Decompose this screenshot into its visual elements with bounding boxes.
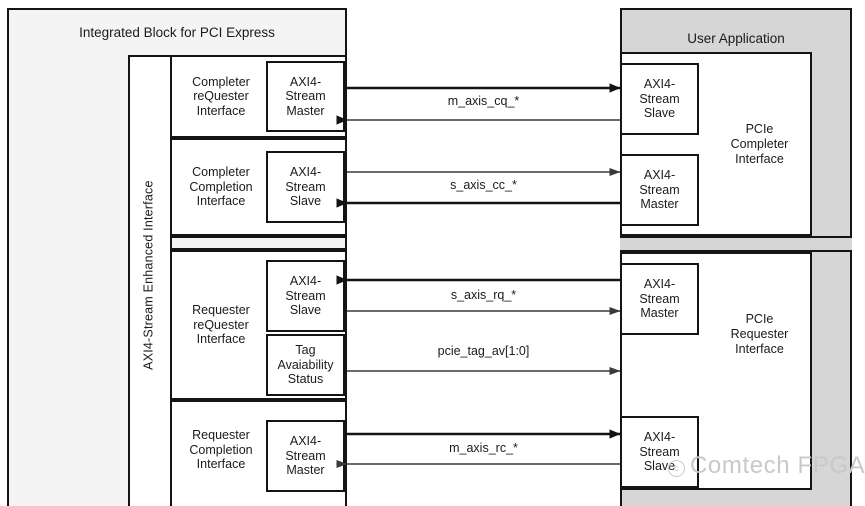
box-axi4-stream-slave-rq: AXI4- Stream Slave [266, 260, 345, 332]
section-requester-requester-label: Requester reQuester Interface [192, 303, 250, 347]
section-completer-requester: Completer reQuester Interface AXI4- Stre… [170, 55, 347, 138]
box-axi4-stream-master-cq: AXI4- Stream Master [266, 61, 345, 132]
box-axi4-stream-master-rc: AXI4- Stream Master [266, 420, 345, 492]
section-completer-requester-label: Completer reQuester Interface [192, 74, 250, 118]
signal-label-pcie-tag-av: pcie_tag_av[1:0] [437, 344, 530, 358]
section-completer-completion-label: Completer Completion Interface [189, 165, 253, 209]
box-tag-availability-status: Tag Avaiability Status [266, 334, 345, 396]
box-axi4-stream-master-ua-rq: AXI4- Stream Master [620, 263, 699, 335]
left-spacer-band [170, 236, 347, 250]
pcie-requester-interface-label: PCIe Requester Interface [730, 311, 789, 356]
signal-label-s-axis-rq: s_axis_rq_* [450, 288, 517, 302]
pcie-completer-interface-box: PCIe Completer Interface AXI4- Stream Sl… [620, 52, 812, 236]
watermark-copyright-icon: c [668, 460, 685, 477]
right-spacer-band [620, 236, 852, 252]
signal-label-s-axis-cc: s_axis_cc_* [450, 178, 517, 192]
section-requester-completion-label: Requester Completion Interface [189, 428, 253, 472]
axi4-stream-enhanced-interface-text: AXI4-Stream Enhanced Interface [141, 180, 156, 370]
signal-label-m-axis-cq: m_axis_cq_* [447, 94, 520, 108]
box-axi4-stream-slave-cc: AXI4- Stream Slave [266, 151, 345, 223]
user-application-title: User Application [687, 31, 785, 47]
section-requester-completion: Requester Completion Interface AXI4- Str… [170, 400, 347, 506]
box-axi4-stream-master-ua-cc: AXI4- Stream Master [620, 154, 699, 226]
axi4-stream-enhanced-interface-label: AXI4-Stream Enhanced Interface [128, 55, 170, 495]
pcie-completer-interface-label: PCIe Completer Interface [730, 121, 789, 166]
diagram-canvas: Integrated Block for PCI Express AXI4-St… [0, 0, 865, 506]
integrated-block-title: Integrated Block for PCI Express [79, 25, 275, 41]
watermark: c Comtech FPGA [668, 452, 865, 480]
signal-label-m-axis-rc: m_axis_rc_* [449, 441, 518, 455]
section-requester-requester: Requester reQuester Interface AXI4- Stre… [170, 250, 347, 400]
section-completer-completion: Completer Completion Interface AXI4- Str… [170, 138, 347, 236]
box-axi4-stream-slave-ua-cq: AXI4- Stream Slave [620, 63, 699, 135]
watermark-text: Comtech FPGA [690, 452, 865, 479]
